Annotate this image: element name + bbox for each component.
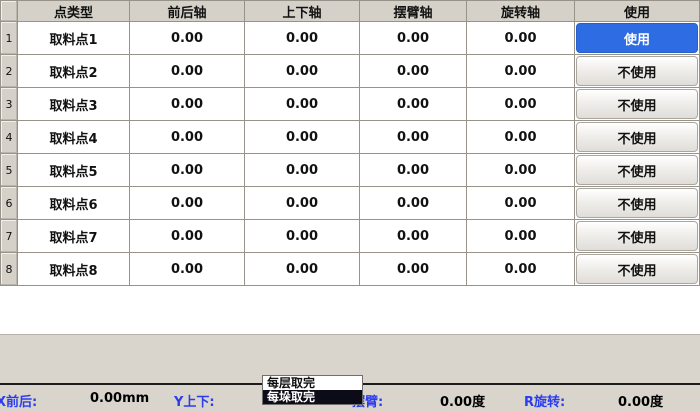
point-name-cell[interactable]: 取料点8: [18, 253, 130, 286]
r-axis-label: R旋转:: [524, 391, 565, 410]
use-cell: 不使用: [575, 253, 700, 286]
y-axis-label: Y上下:: [174, 391, 215, 410]
row-number: 6: [0, 187, 18, 220]
row-number: 5: [0, 154, 18, 187]
up-down-value-cell[interactable]: 0.00: [245, 55, 360, 88]
table-empty-area: [0, 286, 700, 334]
x-axis-label: X前后:: [0, 391, 37, 410]
point-name-cell[interactable]: 取料点3: [18, 88, 130, 121]
mode-option-each-layer[interactable]: 每层取完: [263, 376, 362, 390]
point-name-cell[interactable]: 取料点6: [18, 187, 130, 220]
header-up-down-axis: 上下轴: [245, 0, 360, 22]
header-point-type: 点类型: [18, 0, 130, 22]
swing-axis-value: 0.00度: [440, 391, 485, 410]
front-back-value-cell[interactable]: 0.00: [130, 22, 245, 55]
swing-value-cell[interactable]: 0.00: [360, 55, 467, 88]
use-cell: 不使用: [575, 55, 700, 88]
point-name-cell[interactable]: 取料点4: [18, 121, 130, 154]
rotate-value-cell[interactable]: 0.00: [467, 22, 575, 55]
front-back-value-cell[interactable]: 0.00: [130, 121, 245, 154]
swing-value-cell[interactable]: 0.00: [360, 154, 467, 187]
rotate-value-cell[interactable]: 0.00: [467, 154, 575, 187]
pick-points-table: 点类型 前后轴 上下轴 摆臂轴 旋转轴 使用 1 取料点1 0.00 0.00 …: [0, 0, 700, 286]
mode-option-each-stack[interactable]: 每垛取完: [263, 390, 362, 404]
table-row: 8 取料点8 0.00 0.00 0.00 0.00 不使用: [0, 253, 700, 286]
use-cell: 不使用: [575, 121, 700, 154]
table-header-row: 点类型 前后轴 上下轴 摆臂轴 旋转轴 使用: [0, 0, 700, 22]
use-toggle-button[interactable]: 不使用: [576, 221, 698, 251]
table-row: 7 取料点7 0.00 0.00 0.00 0.00 不使用: [0, 220, 700, 253]
up-down-value-cell[interactable]: 0.00: [245, 22, 360, 55]
swing-value-cell[interactable]: 0.00: [360, 187, 467, 220]
row-number: 2: [0, 55, 18, 88]
point-name-cell[interactable]: 取料点5: [18, 154, 130, 187]
use-toggle-button[interactable]: 不使用: [576, 188, 698, 218]
up-down-value-cell[interactable]: 0.00: [245, 88, 360, 121]
use-cell: 不使用: [575, 154, 700, 187]
row-number: 8: [0, 253, 18, 286]
swing-value-cell[interactable]: 0.00: [360, 220, 467, 253]
header-swing-arm-axis: 摆臂轴: [360, 0, 467, 22]
table-row: 5 取料点5 0.00 0.00 0.00 0.00 不使用: [0, 154, 700, 187]
mode-dropdown-list: 每层取完 每垛取完: [262, 375, 363, 405]
use-cell: 使用: [575, 22, 700, 55]
swing-value-cell[interactable]: 0.00: [360, 88, 467, 121]
x-axis-value: 0.00mm: [90, 391, 149, 406]
use-toggle-button[interactable]: 不使用: [576, 254, 698, 284]
row-number: 3: [0, 88, 18, 121]
front-back-value-cell[interactable]: 0.00: [130, 154, 245, 187]
header-gutter: [0, 0, 18, 22]
use-toggle-button[interactable]: 不使用: [576, 89, 698, 119]
front-back-value-cell[interactable]: 0.00: [130, 55, 245, 88]
header-front-back-axis: 前后轴: [130, 0, 245, 22]
swing-value-cell[interactable]: 0.00: [360, 253, 467, 286]
table-row: 6 取料点6 0.00 0.00 0.00 0.00 不使用: [0, 187, 700, 220]
use-toggle-button[interactable]: 不使用: [576, 155, 698, 185]
swing-value-cell[interactable]: 0.00: [360, 121, 467, 154]
rotate-value-cell[interactable]: 0.00: [467, 121, 575, 154]
rotate-value-cell[interactable]: 0.00: [467, 220, 575, 253]
table-row: 3 取料点3 0.00 0.00 0.00 0.00 不使用: [0, 88, 700, 121]
use-toggle-button[interactable]: 不使用: [576, 122, 698, 152]
row-number: 7: [0, 220, 18, 253]
point-name-cell[interactable]: 取料点7: [18, 220, 130, 253]
up-down-value-cell[interactable]: 0.00: [245, 220, 360, 253]
table-row: 2 取料点2 0.00 0.00 0.00 0.00 不使用: [0, 55, 700, 88]
rotate-value-cell[interactable]: 0.00: [467, 55, 575, 88]
use-cell: 不使用: [575, 88, 700, 121]
use-toggle-button[interactable]: 不使用: [576, 56, 698, 86]
front-back-value-cell[interactable]: 0.00: [130, 253, 245, 286]
use-cell: 不使用: [575, 220, 700, 253]
front-back-value-cell[interactable]: 0.00: [130, 187, 245, 220]
up-down-value-cell[interactable]: 0.00: [245, 187, 360, 220]
front-back-value-cell[interactable]: 0.00: [130, 88, 245, 121]
use-cell: 不使用: [575, 187, 700, 220]
front-back-value-cell[interactable]: 0.00: [130, 220, 245, 253]
rotate-value-cell[interactable]: 0.00: [467, 253, 575, 286]
table-row: 1 取料点1 0.00 0.00 0.00 0.00 使用: [0, 22, 700, 55]
up-down-value-cell[interactable]: 0.00: [245, 253, 360, 286]
swing-value-cell[interactable]: 0.00: [360, 22, 467, 55]
up-down-value-cell[interactable]: 0.00: [245, 154, 360, 187]
rotate-value-cell[interactable]: 0.00: [467, 187, 575, 220]
row-number: 4: [0, 121, 18, 154]
r-axis-value: 0.00度: [618, 391, 663, 410]
point-name-cell[interactable]: 取料点2: [18, 55, 130, 88]
header-rotate-axis: 旋转轴: [467, 0, 575, 22]
rotate-value-cell[interactable]: 0.00: [467, 88, 575, 121]
point-name-cell[interactable]: 取料点1: [18, 22, 130, 55]
header-use: 使用: [575, 0, 700, 22]
up-down-value-cell[interactable]: 0.00: [245, 121, 360, 154]
table-row: 4 取料点4 0.00 0.00 0.00 0.00 不使用: [0, 121, 700, 154]
row-number: 1: [0, 22, 18, 55]
use-toggle-button[interactable]: 使用: [576, 23, 698, 53]
